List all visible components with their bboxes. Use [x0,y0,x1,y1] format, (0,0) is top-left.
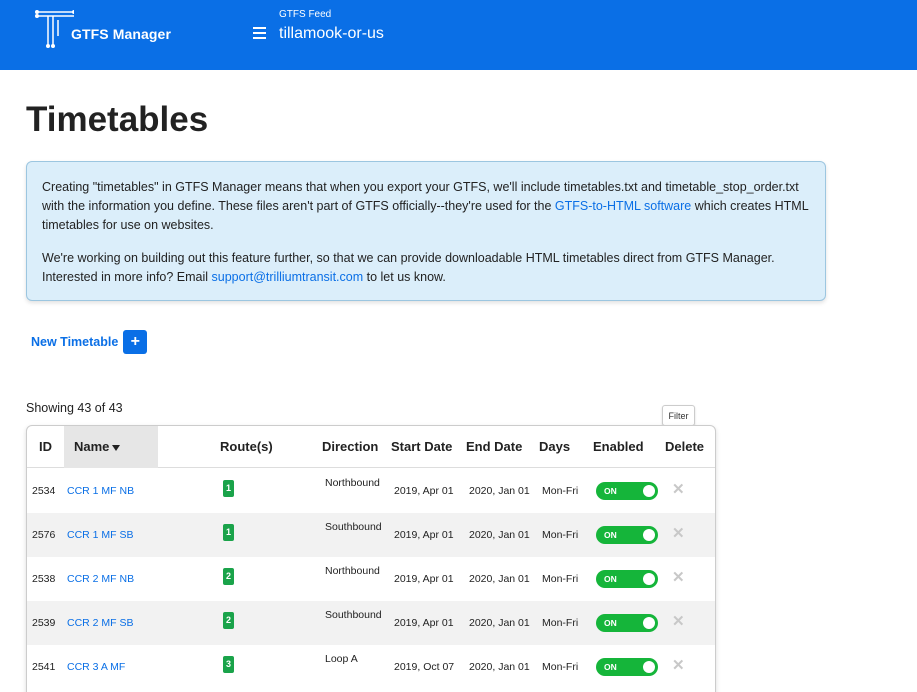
row-id: 2576 [32,529,56,541]
route-badge[interactable]: 3 [223,656,234,673]
table-row[interactable]: 2541 CCR 3 A MF 3 Loop A 2019, Oct 07 2020, J… [27,645,715,689]
table-row[interactable]: 2538 CCR 2 MF NB 2 Northbound 2019, Apr 01 20… [27,557,715,601]
timetable-name-link[interactable]: CCR 1 MF NB [67,469,134,513]
row-days: Mon-Fri [542,529,579,541]
toggle-on-label: ON [604,574,617,584]
delete-icon[interactable]: ✕ [672,645,685,689]
column-header-direction[interactable]: Direction [322,426,378,468]
route-badge[interactable]: 2 [223,568,234,585]
enabled-toggle[interactable]: ON [596,614,658,632]
app-logo[interactable]: GTFS Manager [34,6,184,50]
timetable-name-link[interactable]: CCR 2 MF NB [67,557,134,601]
row-direction: Southbound [325,609,382,621]
enabled-toggle[interactable]: ON [596,658,658,676]
info-paragraph-2: We're working on building out this featu… [42,249,810,287]
timetable-name-link[interactable]: CCR 3 A MF [67,645,125,689]
support-email-link[interactable]: support@trilliumtransit.com [212,270,364,284]
timetables-table: ID Name Route(s) Direction Start Date En… [26,425,716,692]
row-direction: Loop A [325,653,358,665]
column-header-routes[interactable]: Route(s) [220,426,273,468]
timetable-name-link[interactable]: CCR 1 MF SB [67,513,134,557]
row-start-date: 2019, Oct 07 [394,661,455,673]
column-header-days[interactable]: Days [539,426,570,468]
enabled-toggle[interactable]: ON [596,570,658,588]
row-end-date: 2020, Jan 01 [469,529,530,541]
table-header: ID Name Route(s) Direction Start Date En… [27,426,715,468]
toggle-on-label: ON [604,618,617,628]
new-timetable-action[interactable]: New Timetable + [31,330,148,354]
row-end-date: 2020, Jan 01 [469,485,530,497]
row-direction: Southbound [325,521,382,533]
route-badge[interactable]: 2 [223,612,234,629]
route-badge[interactable]: 1 [223,524,234,541]
toggle-on-label: ON [604,662,617,672]
result-count: Showing 43 of 43 [26,401,123,415]
column-header-id[interactable]: ID [39,426,52,468]
row-start-date: 2019, Apr 01 [394,529,454,541]
row-start-date: 2019, Apr 01 [394,573,454,585]
delete-icon[interactable]: ✕ [672,557,685,601]
toggle-knob [643,573,655,585]
new-timetable-label[interactable]: New Timetable [31,335,118,349]
row-id: 2539 [32,617,56,629]
add-timetable-button[interactable]: + [123,330,148,354]
row-direction: Northbound [325,477,380,489]
row-direction: Northbound [325,565,380,577]
info-callout: Creating "timetables" in GTFS Manager me… [26,161,826,301]
column-header-name[interactable]: Name [64,426,158,468]
column-header-end-date[interactable]: End Date [466,426,522,468]
route-badge[interactable]: 1 [223,480,234,497]
row-id: 2534 [32,485,56,497]
top-header: GTFS Manager GTFS Feed tillamook-or-us [0,0,917,70]
delete-icon[interactable]: ✕ [672,601,685,645]
column-header-delete: Delete [665,439,705,454]
table-row[interactable]: 2576 CCR 1 MF SB 1 Southbound 2019, Apr 01 20… [27,513,715,557]
enabled-toggle[interactable]: ON [596,482,658,500]
sort-desc-icon [112,444,121,451]
column-header-enabled[interactable]: Enabled [593,426,644,468]
row-id: 2541 [32,661,56,673]
row-start-date: 2019, Apr 01 [394,617,454,629]
table-row[interactable]: 2534 CCR 1 MF NB 1 Northbound 2019, Apr 01 20… [27,469,715,513]
hamburger-icon[interactable] [253,27,266,39]
toggle-knob [643,617,655,629]
app-name: GTFS Manager [71,26,171,42]
gtfs-to-html-link[interactable]: GTFS-to-HTML software [555,199,691,213]
timetable-name-link[interactable]: CCR 2 MF SB [67,601,134,645]
table-row[interactable]: 2539 CCR 2 MF SB 2 Southbound 2019, Apr 01 20… [27,601,715,645]
delete-icon[interactable]: ✕ [672,513,685,557]
toggle-on-label: ON [604,486,617,496]
info-text: to let us know. [363,270,446,284]
row-days: Mon-Fri [542,485,579,497]
enabled-toggle[interactable]: ON [596,526,658,544]
row-end-date: 2020, Jan 01 [469,573,530,585]
row-days: Mon-Fri [542,573,579,585]
filter-button[interactable]: Filter [662,405,695,426]
feed-name[interactable]: tillamook-or-us [279,25,384,43]
toggle-knob [643,529,655,541]
delete-icon[interactable]: ✕ [672,469,685,513]
logo-circuit-icon [35,10,74,48]
row-days: Mon-Fri [542,661,579,673]
feed-label: GTFS Feed [279,9,332,20]
info-paragraph-1: Creating "timetables" in GTFS Manager me… [42,178,810,235]
row-end-date: 2020, Jan 01 [469,617,530,629]
row-end-date: 2020, Jan 01 [469,661,530,673]
column-header-start-date[interactable]: Start Date [391,426,452,468]
toggle-knob [643,661,655,673]
column-header-name-label: Name [74,439,110,454]
page-title: Timetables [26,100,209,139]
row-days: Mon-Fri [542,617,579,629]
toggle-knob [643,485,655,497]
toggle-on-label: ON [604,530,617,540]
row-id: 2538 [32,573,56,585]
row-start-date: 2019, Apr 01 [394,485,454,497]
